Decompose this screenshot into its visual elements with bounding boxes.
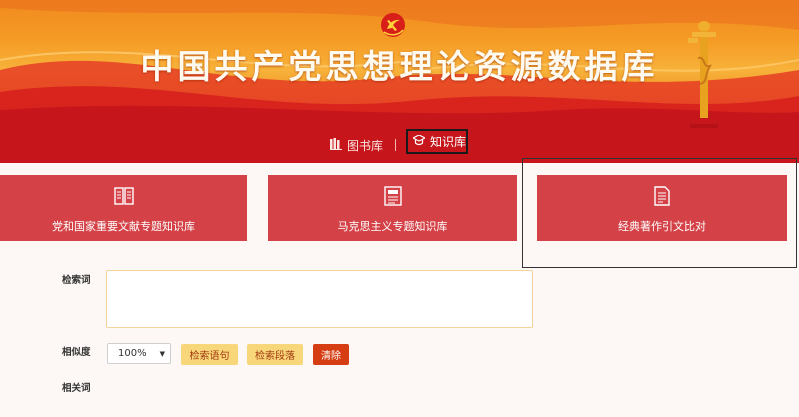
tab-books[interactable]: 图书库 (330, 128, 383, 163)
nav-separator (395, 139, 396, 151)
party-emblem-icon (381, 13, 405, 37)
card-label: 党和国家重要文献专题知识库 (52, 220, 195, 233)
books-icon (330, 138, 342, 153)
card-marxism[interactable]: 马克思主义专题知识库 (268, 175, 517, 241)
card-label: 马克思主义专题知识库 (337, 220, 448, 233)
keyword-input[interactable] (106, 270, 533, 328)
page-title: 中国共产党思想理论资源数据库 (140, 47, 659, 86)
tab-knowledge[interactable]: 知识库 (406, 129, 468, 154)
document-icon (383, 186, 402, 206)
search-sentence-button[interactable]: 检索语句 (181, 344, 238, 365)
selection-highlight (522, 158, 797, 268)
similarity-label: 相似度 (62, 347, 91, 358)
clear-button[interactable]: 清除 (313, 344, 349, 365)
keyword-label: 检索词 (62, 275, 91, 286)
huabiao-column-icon (688, 21, 718, 128)
search-paragraph-button[interactable]: 检索段落 (247, 344, 303, 365)
card-party-state-documents[interactable]: 党和国家重要文献专题知识库 (0, 175, 247, 241)
graduation-cap-icon (411, 133, 427, 149)
chevron-down-icon: ▼ (159, 350, 165, 358)
page: 中国共产党思想理论资源数据库 图书库 知识库 党和国家重要文献专题知识库 马克思… (0, 0, 799, 417)
tab-knowledge-label: 知识库 (430, 135, 467, 149)
header-banner: 中国共产党思想理论资源数据库 (0, 0, 799, 128)
tab-books-label: 图书库 (347, 139, 384, 153)
similarity-value: 100% (118, 348, 147, 359)
related-words-label: 相关词 (62, 383, 91, 394)
open-book-icon (113, 187, 134, 205)
similarity-select[interactable]: 100% ▼ (107, 343, 171, 364)
